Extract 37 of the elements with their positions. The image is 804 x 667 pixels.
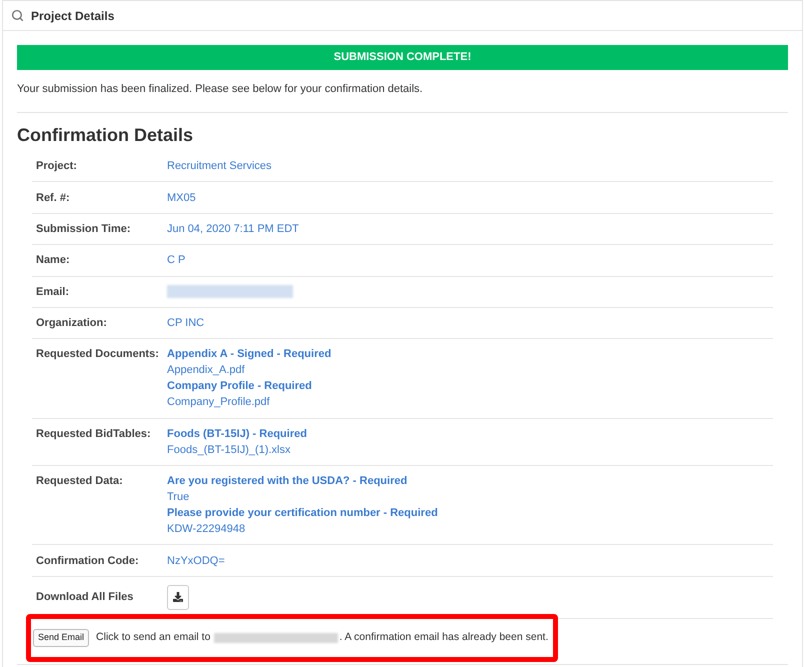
detail-label: Requested BidTables: — [36, 428, 151, 440]
detail-value: CP INC — [167, 316, 204, 332]
detail-label: Confirmation Code: — [36, 554, 139, 567]
success-banner: SUBMISSION COMPLETE! — [17, 45, 788, 70]
detail-value: Recruitment Services — [167, 159, 272, 174]
panel-title: Project Details — [31, 8, 114, 24]
search-icon — [11, 9, 24, 22]
file-link[interactable]: Foods_(BT-15IJ)_(1).xlsx — [167, 442, 290, 458]
detail-value: C P — [167, 253, 186, 268]
detail-value: MX05 — [167, 190, 196, 206]
requirement-title: Are you registered with the USDA? - Required — [167, 474, 408, 490]
detail-label: Organization: — [36, 317, 107, 330]
send-email-note: . A confirmation email has already been sent. — [339, 630, 548, 645]
send-email-text: Click to send an email to — [96, 630, 210, 645]
detail-label: Requested Documents: — [36, 348, 159, 360]
requirement-title: Please provide your certification number - Required — [167, 506, 438, 522]
detail-label: Name: — [36, 254, 70, 266]
download-button[interactable] — [167, 584, 189, 610]
requirement-title: Company Profile - Required — [167, 379, 312, 394]
confirmation-message: Your submission has been finalized. Please see below for your confirmation details. — [17, 82, 424, 97]
download-icon — [173, 592, 183, 602]
detail-label: Download All Files — [36, 591, 134, 604]
detail-label: Email: — [36, 286, 70, 298]
answer-value: True — [167, 490, 190, 506]
detail-label: Ref. #: — [36, 192, 70, 204]
file-link[interactable]: Appendix_A.pdf — [167, 362, 245, 378]
requirement-title: Appendix A - Signed - Required — [167, 347, 332, 362]
requirement-title: Foods (BT-15IJ) - Required — [167, 426, 307, 442]
detail-value: NzYxODQ= — [167, 554, 225, 569]
send-email-button[interactable]: Send Email — [33, 628, 90, 647]
section-heading: Confirmation Details — [17, 124, 194, 146]
answer-value: KDW-22294948 — [167, 522, 246, 538]
detail-label: Project: — [36, 160, 77, 172]
detail-label: Submission Time: — [36, 222, 131, 235]
detail-label: Requested Data: — [36, 475, 123, 488]
file-link[interactable]: Company_Profile.pdf — [167, 394, 270, 410]
detail-value: Jun 04, 2020 7:11 PM EDT — [167, 222, 299, 237]
